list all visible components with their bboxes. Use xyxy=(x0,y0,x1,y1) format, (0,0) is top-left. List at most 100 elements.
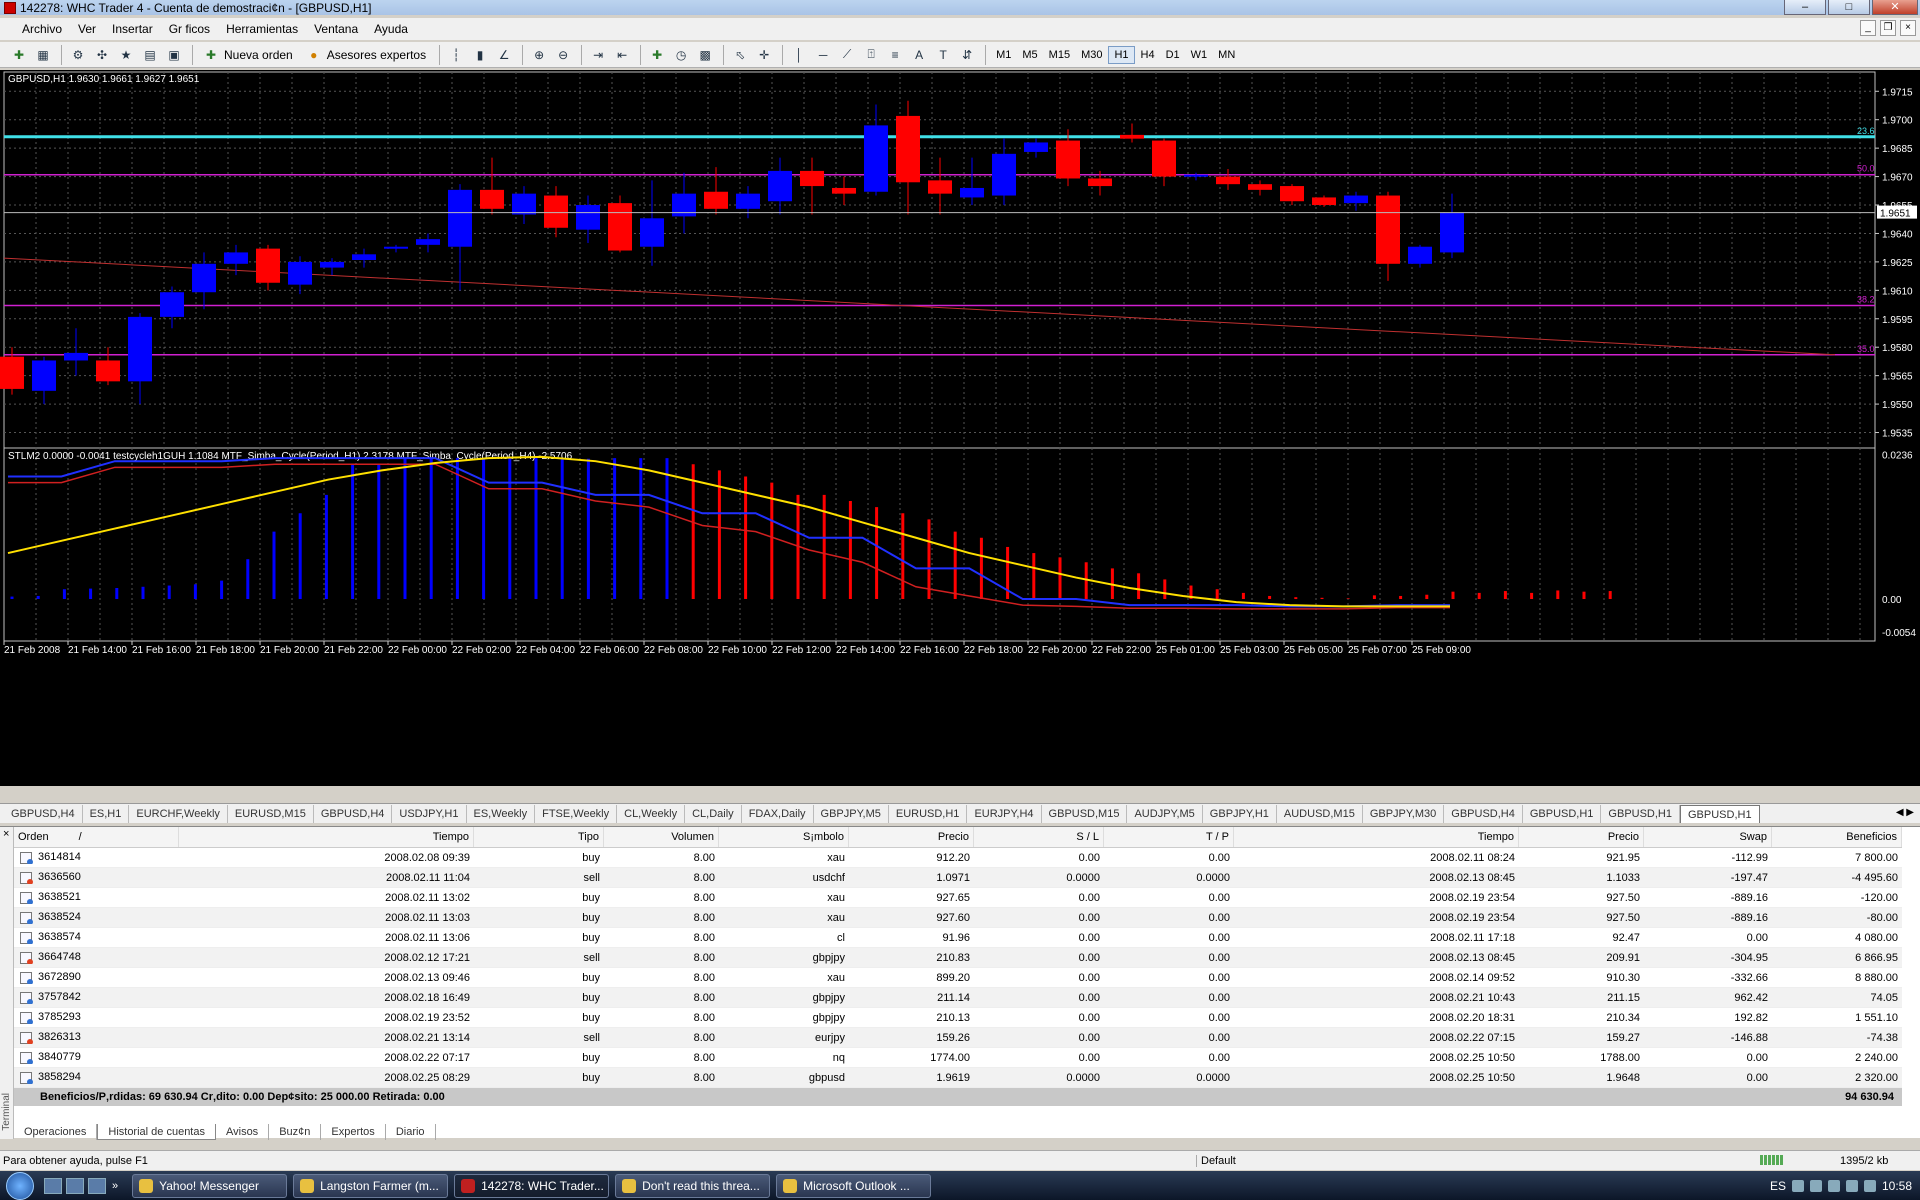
taskbar-button[interactable]: Don't read this threa... xyxy=(615,1173,771,1198)
status-profile[interactable]: Default xyxy=(1196,1155,1236,1167)
chart-tab[interactable]: AUDUSD,M15 xyxy=(1277,804,1363,823)
column-header[interactable]: Tiempo xyxy=(1234,827,1519,847)
fibonacci-icon[interactable]: ≡ xyxy=(884,45,906,65)
chart-tab[interactable]: GBPUSD,H1 xyxy=(1601,804,1680,823)
tray-app-icon[interactable] xyxy=(1845,1179,1858,1192)
taskbar-button[interactable]: Langston Farmer (m... xyxy=(293,1173,449,1198)
new-chart-icon[interactable]: ✚ xyxy=(8,45,30,65)
column-header[interactable]: Volumen xyxy=(604,827,719,847)
menu-herramientas[interactable]: Herramientas xyxy=(218,22,306,36)
terminal-tab[interactable]: Avisos xyxy=(216,1124,270,1140)
chart-tab[interactable]: CL,Daily xyxy=(685,804,742,823)
table-row[interactable]: 3858294 2008.02.25 08:29 buy 8.00 gbpusd 1.96… xyxy=(14,1068,1902,1088)
timeframe-h4[interactable]: H4 xyxy=(1136,47,1160,63)
chart-tab[interactable]: FDAX,Daily xyxy=(742,804,814,823)
table-row[interactable]: 3826313 2008.02.21 13:14 sell 8.00 eurjpy 159… xyxy=(14,1028,1902,1048)
terminal-tab[interactable]: Diario xyxy=(386,1124,436,1140)
taskbar-button[interactable]: 142278: WHC Trader... xyxy=(454,1173,610,1198)
text-label-icon[interactable]: T xyxy=(932,45,954,65)
mdi-restore-button[interactable]: ❐ xyxy=(1880,20,1896,36)
timeframe-m5[interactable]: M5 xyxy=(1017,47,1042,63)
favorites-star-icon[interactable]: ★ xyxy=(115,45,137,65)
table-row[interactable]: 3672890 2008.02.13 09:46 buy 8.00 xau 899.20 0… xyxy=(14,968,1902,988)
table-row[interactable]: 3638574 2008.02.11 13:06 buy 8.00 cl 91.96 0.0… xyxy=(14,928,1902,948)
column-header[interactable]: Precio xyxy=(1519,827,1644,847)
arrows-icon[interactable]: ⇵ xyxy=(956,45,978,65)
chart-tab[interactable]: GBPJPY,M5 xyxy=(814,804,889,823)
chart-tab[interactable]: GBPUSD,H1 xyxy=(1680,804,1760,823)
tray-app-icon[interactable] xyxy=(1827,1179,1840,1192)
terminal-tab[interactable]: Operaciones xyxy=(14,1124,98,1140)
trendline-icon[interactable]: ⟋ xyxy=(836,45,858,65)
terminal-tab[interactable]: Historial de cuentas xyxy=(97,1124,216,1140)
zoom-in-icon[interactable]: ⊕ xyxy=(528,45,550,65)
bar-chart-icon[interactable]: ┆ xyxy=(445,45,467,65)
chart-tab[interactable]: CL,Weekly xyxy=(617,804,686,823)
show-desktop-icon[interactable] xyxy=(44,1177,62,1194)
chart-tab[interactable]: USDJPY,H1 xyxy=(392,804,467,823)
menu-archivo[interactable]: Archivo xyxy=(14,22,70,36)
column-header[interactable]: Tipo xyxy=(474,827,604,847)
terminal-close-icon[interactable]: × xyxy=(3,828,9,840)
chart-shift-icon[interactable]: ⇤ xyxy=(611,45,633,65)
menu-insertar[interactable]: Insertar xyxy=(104,22,161,36)
chart-tab[interactable]: EURUSD,H1 xyxy=(889,804,968,823)
chart-tab[interactable]: FTSE,Weekly xyxy=(535,804,618,823)
close-button[interactable]: ✕ xyxy=(1872,0,1918,15)
tray-network-icon[interactable] xyxy=(1791,1179,1804,1192)
minimize-button[interactable]: – xyxy=(1784,0,1826,15)
templates-icon[interactable]: ▩ xyxy=(694,45,716,65)
quicklaunch-more-icon[interactable]: » xyxy=(112,1180,118,1192)
timeframe-h1[interactable]: H1 xyxy=(1108,45,1135,64)
table-row[interactable]: 3636560 2008.02.11 11:04 sell 8.00 usdchf 1.0… xyxy=(14,868,1902,888)
chart-tab[interactable]: GBPJPY,H1 xyxy=(1203,804,1277,823)
column-header[interactable]: Beneficios xyxy=(1772,827,1902,847)
timeframe-d1[interactable]: D1 xyxy=(1161,47,1185,63)
menu-ver[interactable]: Ver xyxy=(70,22,104,36)
menu-ventana[interactable]: Ventana xyxy=(306,22,366,36)
indicators-icon[interactable]: ✚ xyxy=(646,45,668,65)
column-header[interactable]: Precio xyxy=(849,827,974,847)
chart-tab[interactable]: EURUSD,M15 xyxy=(228,804,314,823)
horizontal-line-icon[interactable]: ─ xyxy=(812,45,834,65)
switch-windows-icon[interactable] xyxy=(66,1177,84,1194)
new-order-button[interactable]: ✚ Nueva orden xyxy=(200,45,293,65)
market-watch-icon[interactable]: ⚙ xyxy=(67,45,89,65)
tray-language[interactable]: ES xyxy=(1770,1179,1786,1193)
zoom-out-icon[interactable]: ⊖ xyxy=(552,45,574,65)
chart-tab[interactable]: GBPUSD,H4 xyxy=(1444,804,1523,823)
chart-tab[interactable]: EURJPY,H4 xyxy=(967,804,1042,823)
terminal-tab[interactable]: Buz¢n xyxy=(269,1124,322,1140)
crosshair-icon[interactable]: ✛ xyxy=(753,45,775,65)
chart-tab[interactable]: GBPUSD,H4 xyxy=(4,804,83,823)
tray-volume-icon[interactable] xyxy=(1809,1179,1822,1192)
tray-app-icon[interactable] xyxy=(1863,1179,1876,1192)
column-header[interactable]: S¡mbolo xyxy=(719,827,849,847)
timeframe-w1[interactable]: W1 xyxy=(1186,47,1213,63)
chart-tab[interactable]: GBPUSD,H1 xyxy=(1523,804,1602,823)
table-row[interactable]: 3840779 2008.02.22 07:17 buy 8.00 nq 1774.00 0… xyxy=(14,1048,1902,1068)
table-row[interactable]: 3638524 2008.02.11 13:03 buy 8.00 xau 927.60 0… xyxy=(14,908,1902,928)
column-header[interactable]: S / L xyxy=(974,827,1104,847)
column-header[interactable]: Swap xyxy=(1644,827,1772,847)
mdi-close-button[interactable]: × xyxy=(1900,20,1916,36)
table-row[interactable]: 3664748 2008.02.12 17:21 sell 8.00 gbpjpy 210… xyxy=(14,948,1902,968)
timeframe-m30[interactable]: M30 xyxy=(1076,47,1107,63)
menu-graficos[interactable]: Gr ficos xyxy=(161,22,218,36)
profiles-icon[interactable]: ▦ xyxy=(32,45,54,65)
taskbar-button[interactable]: Yahoo! Messenger xyxy=(132,1173,288,1198)
terminal-tab[interactable]: Expertos xyxy=(321,1124,386,1140)
channel-icon[interactable]: ⍐ xyxy=(860,45,882,65)
terminal-window-icon[interactable]: ▤ xyxy=(139,45,161,65)
text-icon[interactable]: A xyxy=(908,45,930,65)
chart-tab[interactable]: ES,H1 xyxy=(83,804,130,823)
periods-clock-icon[interactable]: ◷ xyxy=(670,45,692,65)
timeframe-m15[interactable]: M15 xyxy=(1044,47,1075,63)
candlestick-icon[interactable]: ▮ xyxy=(469,45,491,65)
price-chart[interactable]: 1.97151.97001.96851.96701.96551.96401.96… xyxy=(0,70,1920,786)
auto-scroll-icon[interactable]: ⇥ xyxy=(587,45,609,65)
tester-icon[interactable]: ▣ xyxy=(163,45,185,65)
start-button[interactable] xyxy=(0,1171,40,1200)
chart-tab[interactable]: GBPUSD,H4 xyxy=(314,804,393,823)
chart-window[interactable]: 1.97151.97001.96851.96701.96551.96401.96… xyxy=(0,70,1920,786)
